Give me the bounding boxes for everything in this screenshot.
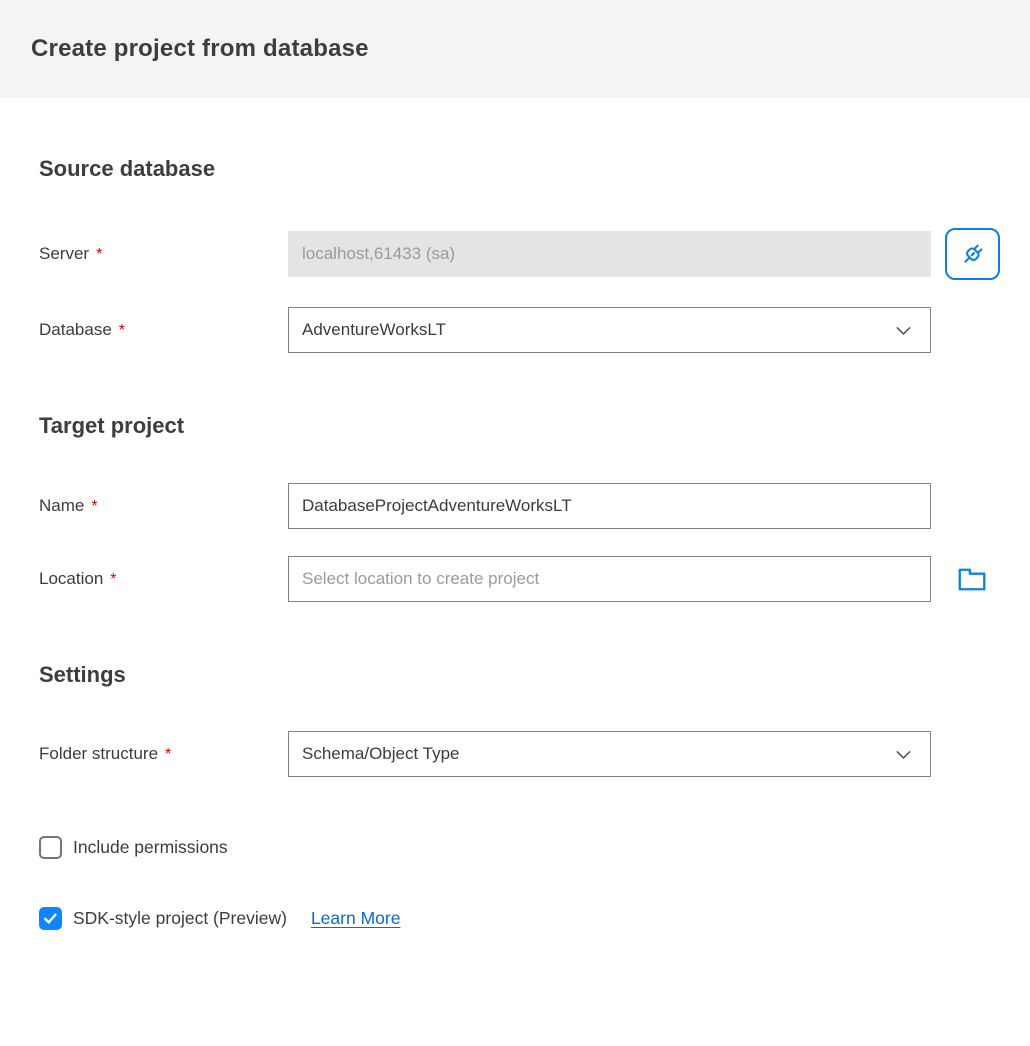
folder-structure-label: Folder structure* — [39, 744, 288, 764]
database-dropdown-value: AdventureWorksLT — [302, 320, 446, 340]
sdk-style-label: SDK-style project (Preview) — [73, 908, 287, 929]
chevron-down-icon — [893, 744, 914, 765]
folder-icon — [954, 564, 990, 594]
browse-location-button[interactable] — [954, 564, 990, 594]
section-title-target-project: Target project — [39, 413, 1001, 439]
plug-icon — [958, 239, 988, 269]
include-permissions-label: Include permissions — [73, 837, 228, 858]
required-asterisk: * — [91, 498, 97, 515]
section-title-source-database: Source database — [39, 156, 1001, 182]
include-permissions-checkbox[interactable] — [39, 836, 62, 859]
location-label: Location* — [39, 569, 288, 589]
location-row: Location* — [39, 556, 1001, 602]
database-label: Database* — [39, 320, 288, 340]
folder-structure-row: Folder structure* Schema/Object Type — [39, 731, 1001, 777]
dialog-body: Source database Server* — [0, 156, 1030, 930]
learn-more-link[interactable]: Learn More — [311, 908, 401, 929]
dialog-title: Create project from database — [31, 35, 369, 63]
dialog-header: Create project from database — [0, 0, 1030, 98]
section-title-settings: Settings — [39, 662, 1001, 688]
server-input — [288, 231, 931, 277]
required-asterisk: * — [165, 746, 171, 763]
checkmark-icon — [42, 910, 59, 927]
project-name-row: Name* — [39, 483, 1001, 529]
database-row: Database* AdventureWorksLT — [39, 307, 1001, 353]
database-dropdown[interactable]: AdventureWorksLT — [288, 307, 931, 353]
server-row: Server* — [39, 228, 1001, 280]
name-label: Name* — [39, 496, 288, 516]
server-label: Server* — [39, 244, 288, 264]
include-permissions-row: Include permissions — [39, 836, 1001, 859]
required-asterisk: * — [119, 322, 125, 339]
required-asterisk: * — [96, 246, 102, 263]
required-asterisk: * — [110, 571, 116, 588]
location-input[interactable] — [288, 556, 931, 602]
project-name-input[interactable] — [288, 483, 931, 529]
sdk-style-checkbox[interactable] — [39, 907, 62, 930]
connect-server-button[interactable] — [945, 228, 1000, 280]
chevron-down-icon — [893, 320, 914, 341]
folder-structure-dropdown[interactable]: Schema/Object Type — [288, 731, 931, 777]
folder-structure-dropdown-value: Schema/Object Type — [302, 744, 460, 764]
sdk-style-row: SDK-style project (Preview) Learn More — [39, 907, 1001, 930]
